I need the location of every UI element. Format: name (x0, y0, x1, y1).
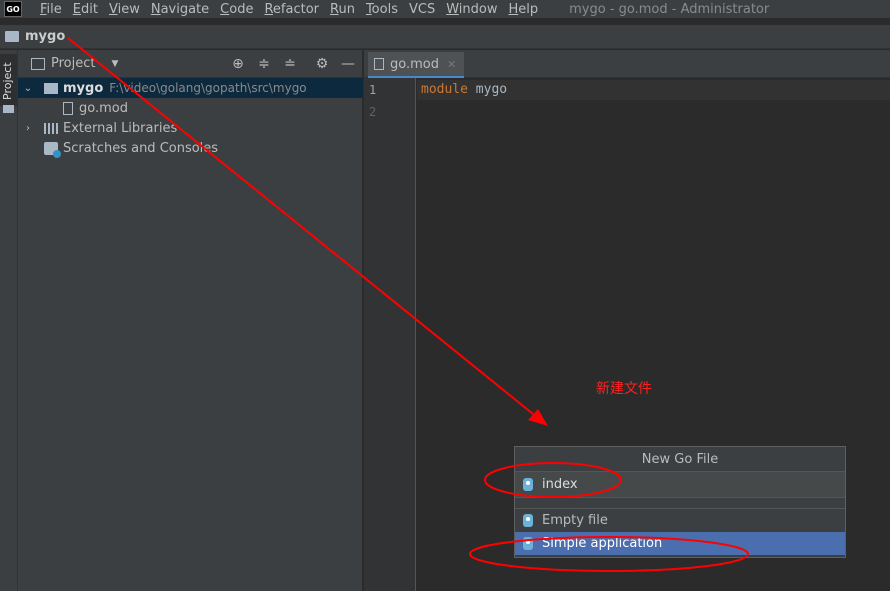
tree-item-go-mod[interactable]: go.mod (18, 98, 363, 118)
tree-scratches-label: Scratches and Consoles (63, 140, 219, 156)
close-icon[interactable]: ✕ (447, 58, 456, 71)
annotation-label: 新建文件 (596, 381, 652, 397)
menu-view[interactable]: View (109, 2, 140, 17)
editor-gutter: 1 2 (364, 78, 416, 591)
tree-item-scratches[interactable]: Scratches and Consoles (18, 138, 363, 158)
collapse-all-icon[interactable]: ≐ (282, 56, 298, 72)
menu-file[interactable]: File (40, 2, 62, 17)
file-icon (63, 101, 73, 115)
navigation-bar: mygo (0, 25, 890, 49)
tool-window-strip: Project (0, 50, 18, 591)
line-number: 2 (369, 105, 377, 119)
new-go-file-dialog: New Go File index Empty file Simple appl… (514, 446, 846, 558)
menu-tools[interactable]: Tools (366, 2, 398, 17)
tree-file-label: go.mod (79, 100, 128, 116)
code-module-name: mygo (475, 82, 508, 97)
chevron-down-icon[interactable]: ▼ (111, 59, 118, 69)
breadcrumb-project[interactable]: mygo (25, 29, 65, 44)
folder-icon (5, 31, 19, 42)
tab-go-mod[interactable]: go.mod ✕ (368, 52, 464, 78)
root-project-path: F:\video\golang\gopath\src\mygo (109, 81, 307, 95)
line-number: 1 (369, 83, 377, 97)
goland-logo: GO (4, 1, 22, 17)
editor-tab-bar: go.mod ✕ (364, 50, 890, 78)
root-project-name: mygo (63, 80, 104, 96)
tab-label: go.mod (390, 56, 439, 72)
chevron-right-icon[interactable]: › (22, 123, 34, 134)
file-name-input[interactable]: index (515, 472, 845, 498)
expand-all-icon[interactable]: ≑ (256, 56, 272, 72)
go-file-icon (523, 537, 533, 550)
menu-help[interactable]: Help (508, 2, 538, 17)
project-panel-title[interactable]: Project (51, 56, 95, 71)
project-panel: Project ▼ ⊕ ≑ ≐ ⚙ — ⌄ mygo F:\video\gola… (18, 50, 363, 591)
project-view-icon (31, 57, 45, 70)
hide-icon[interactable]: — (340, 56, 356, 72)
dialog-title: New Go File (515, 447, 845, 472)
project-panel-header: Project ▼ ⊕ ≑ ≐ ⚙ — (18, 50, 362, 78)
option-empty-file[interactable]: Empty file (515, 509, 845, 532)
folder-icon (44, 82, 58, 94)
tree-item-root[interactable]: ⌄ mygo F:\video\golang\gopath\src\mygo (18, 78, 363, 98)
go-file-icon (523, 514, 533, 527)
menu-vcs[interactable]: VCS (409, 2, 435, 17)
file-name-value: index (542, 477, 578, 492)
scratches-icon (44, 141, 61, 158)
option-simple-application[interactable]: Simple application (515, 532, 845, 555)
project-tool-tab[interactable]: Project (0, 54, 17, 106)
gear-icon[interactable]: ⚙ (314, 56, 330, 72)
code-line-1: module mygo (421, 82, 507, 97)
project-tab-label: Project (1, 62, 14, 100)
window-title: mygo - go.mod - Administrator (569, 1, 770, 17)
menu-bar: GO File Edit View Navigate Code Refactor… (0, 0, 890, 18)
code-keyword: module (421, 82, 468, 97)
go-file-icon (523, 478, 533, 491)
option-label: Empty file (542, 513, 608, 528)
menu-window[interactable]: Window (446, 2, 497, 17)
library-icon (44, 122, 58, 134)
menu-navigate[interactable]: Navigate (151, 2, 209, 17)
menu-edit[interactable]: Edit (73, 2, 98, 17)
menu-refactor[interactable]: Refactor (264, 2, 319, 17)
tree-item-external-libraries[interactable]: › External Libraries (18, 118, 363, 138)
option-label: Simple application (542, 536, 663, 551)
menu-run[interactable]: Run (330, 2, 355, 17)
file-icon (374, 58, 384, 70)
separator (515, 498, 845, 509)
chevron-down-icon[interactable]: ⌄ (22, 83, 34, 94)
folder-icon (3, 105, 14, 113)
locate-icon[interactable]: ⊕ (230, 56, 246, 72)
tree-external-label: External Libraries (63, 120, 178, 136)
menu-code[interactable]: Code (220, 2, 253, 17)
